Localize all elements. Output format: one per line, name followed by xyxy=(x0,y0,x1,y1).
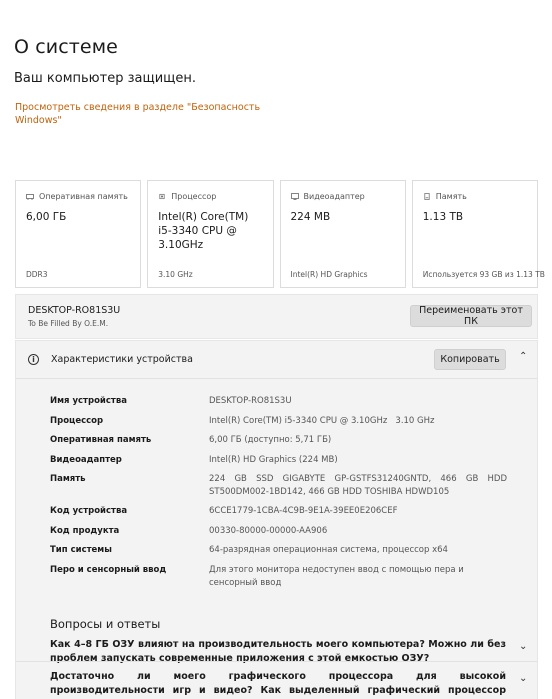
device-name: DESKTOP-RO81S3U xyxy=(28,305,121,316)
card-label: Оперативная память xyxy=(39,192,128,201)
memory-icon xyxy=(26,194,34,200)
faq-question[interactable]: Достаточно ли моего графического процесс… xyxy=(50,670,506,699)
spec-value: Для этого монитора недоступен ввод с пом… xyxy=(209,565,464,588)
device-name-bar: DESKTOP-RO81S3U To Be Filled By O.E.M. П… xyxy=(15,294,538,339)
card-footer: Intel(R) HD Graphics xyxy=(290,270,368,279)
security-details-link[interactable]: Просмотреть сведения в разделе "Безопасн… xyxy=(15,101,265,127)
faq-title: Вопросы и ответы xyxy=(50,617,161,631)
chevron-down-icon[interactable]: ⌄ xyxy=(519,641,527,652)
card-storage: Память 1.13 TB Используется 93 GB из 1.1… xyxy=(411,180,545,288)
card-footer: DDR3 xyxy=(26,270,48,279)
spec-row-ram: Оперативная память 6,00 ГБ (доступно: 5,… xyxy=(50,434,507,447)
specs-title: Характеристики устройства xyxy=(51,354,193,365)
card-processor: Процессор Intel(R) Core(TM) i5-3340 CPU … xyxy=(147,180,274,288)
card-display-adapter: Видеоадаптер 224 MB Intel(R) HD Graphics xyxy=(279,180,406,288)
rename-pc-button[interactable]: Переименовать этот ПК xyxy=(410,305,532,327)
storage-icon xyxy=(424,193,430,200)
spec-key: Код устройства xyxy=(50,506,128,516)
spec-key: Код продукта xyxy=(50,526,120,536)
summary-cards: Оперативная память 6,00 ГБ DDR3 Процессо… xyxy=(15,180,545,288)
spec-key: Видеоадаптер xyxy=(50,455,122,465)
spec-value: 6CCE1779-1CBA-4C9B-9E1A-39EE0E206CEF xyxy=(209,506,398,516)
spec-key: Перо и сенсорный ввод xyxy=(50,565,167,575)
card-value: 6,00 ГБ xyxy=(26,211,67,223)
card-label: Видеоадаптер xyxy=(303,192,365,201)
spec-value: DESKTOP-RO81S3U xyxy=(209,396,292,406)
card-memory: Оперативная память 6,00 ГБ DDR3 xyxy=(15,180,142,288)
chevron-down-icon[interactable]: ⌄ xyxy=(519,673,527,684)
page-title: О системе xyxy=(14,36,118,58)
display-adapter-icon xyxy=(290,193,299,200)
spec-row-storage: Память 224 GB SSD GIGABYTE GP-GSTFS31240… xyxy=(50,473,507,499)
processor-icon xyxy=(159,193,165,200)
spec-value: 00330-80000-00000-AA906 xyxy=(209,526,328,536)
card-value: 1.13 TB xyxy=(422,211,464,223)
card-footer: Используется 93 GB из 1.13 TB xyxy=(422,270,545,279)
spec-value: Intel(R) Core(TM) i5-3340 CPU @ 3.10GHz … xyxy=(209,416,435,426)
card-label: Процессор xyxy=(171,192,217,201)
spec-value: Intel(R) HD Graphics (224 MB) xyxy=(209,455,338,465)
chevron-up-icon[interactable]: ⌃ xyxy=(519,351,527,362)
spec-value: 224 GB SSD GIGABYTE GP-GSTFS31240GNTD, 4… xyxy=(209,474,507,497)
device-specifications-panel: i Характеристики устройства Копировать ⌃… xyxy=(15,340,538,699)
card-value: Intel(R) Core(TM) i5-3340 CPU @ 3.10GHz xyxy=(158,211,249,251)
specs-header[interactable]: i Характеристики устройства Копировать ⌃ xyxy=(16,341,537,379)
spec-row-device-name: Имя устройства DESKTOP-RO81S3U xyxy=(50,395,507,408)
spec-row-display-adapter: Видеоадаптер Intel(R) HD Graphics (224 M… xyxy=(50,454,507,467)
spec-row-processor: Процессор Intel(R) Core(TM) i5-3340 CPU … xyxy=(50,415,507,428)
spec-key: Оперативная память xyxy=(50,435,152,445)
faq-divider xyxy=(16,661,537,662)
card-footer: 3.10 GHz xyxy=(158,270,193,279)
info-icon: i xyxy=(28,354,39,365)
copy-button[interactable]: Копировать xyxy=(434,349,506,370)
spec-row-system-type: Тип системы 64-разрядная операционная си… xyxy=(50,544,507,557)
spec-key: Имя устройства xyxy=(50,396,127,406)
spec-row-pen-touch: Перо и сенсорный ввод Для этого монитора… xyxy=(50,564,507,590)
spec-key: Тип системы xyxy=(50,545,112,555)
spec-row-device-id: Код устройства 6CCE1779-1CBA-4C9B-9E1A-3… xyxy=(50,505,507,518)
protection-status: Ваш компьютер защищен. xyxy=(14,71,197,86)
spec-value: 64-разрядная операционная система, проце… xyxy=(209,545,448,555)
device-manufacturer: To Be Filled By O.E.M. xyxy=(28,319,109,328)
spec-row-product-id: Код продукта 00330-80000-00000-AA906 xyxy=(50,525,507,538)
card-label: Память xyxy=(435,192,467,201)
spec-key: Процессор xyxy=(50,416,104,426)
card-value: 224 MB xyxy=(290,211,331,223)
spec-key: Память xyxy=(50,474,86,484)
spec-value: 6,00 ГБ (доступно: 5,71 ГБ) xyxy=(209,435,332,445)
